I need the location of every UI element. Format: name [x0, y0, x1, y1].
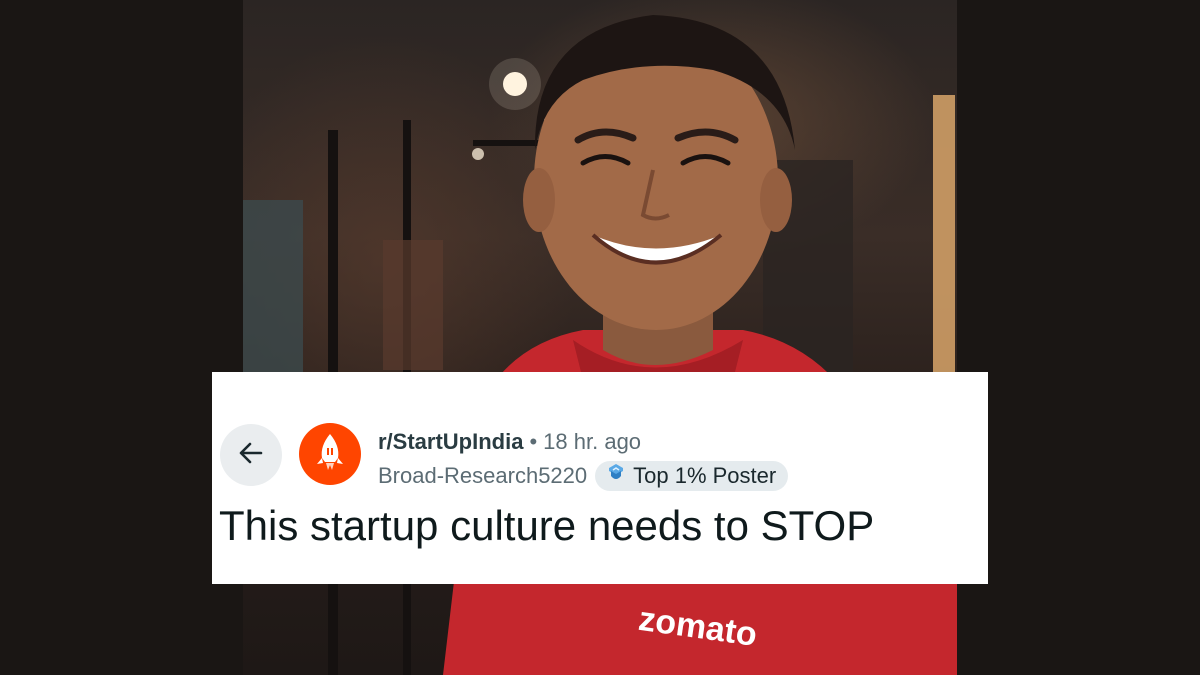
arrow-left-icon: [235, 437, 267, 474]
meta-separator: •: [529, 429, 538, 454]
rocket-icon: [314, 432, 346, 477]
post-meta: r/StartUpIndia • 18 hr. ago: [378, 428, 641, 456]
author-link[interactable]: Broad-Research5220: [378, 463, 587, 489]
subreddit-avatar[interactable]: [299, 423, 361, 485]
subreddit-link[interactable]: r/StartUpIndia: [378, 429, 523, 454]
flair-label: Top 1% Poster: [633, 463, 777, 488]
back-button[interactable]: [220, 424, 282, 486]
author-line: Broad-Research5220 Top 1% Poster: [378, 460, 789, 492]
reddit-post-header: r/StartUpIndia • 18 hr. ago Broad-Research…: [212, 372, 988, 584]
post-timestamp: 18 hr. ago: [543, 429, 642, 454]
post-title[interactable]: This startup culture needs to STOP: [219, 500, 874, 552]
badge-icon: [605, 462, 633, 490]
user-flair: Top 1% Poster: [595, 461, 789, 491]
